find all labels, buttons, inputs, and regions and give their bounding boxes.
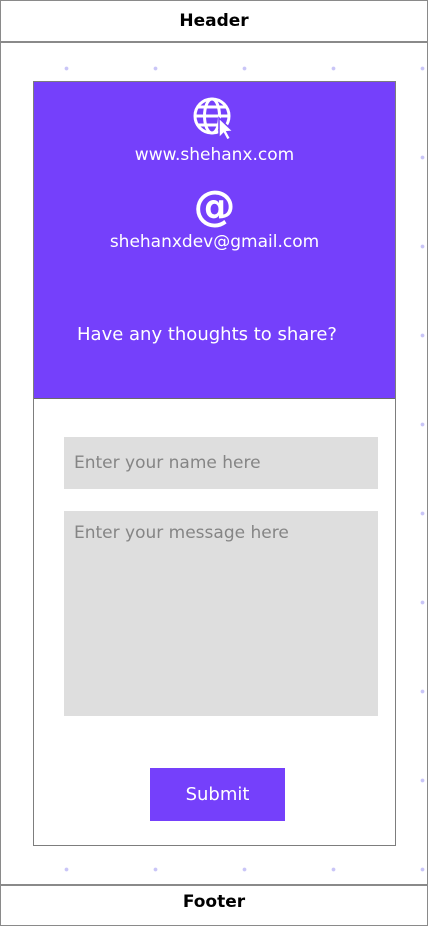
at-icon: @	[193, 181, 236, 230]
footer-title: Footer	[182, 892, 246, 912]
message-input[interactable]	[64, 511, 378, 716]
website-link[interactable]: www.shehanx.com	[34, 144, 395, 166]
email-link[interactable]: shehanxdev@gmail.com	[34, 231, 395, 253]
globe-cursor-icon	[193, 97, 235, 140]
header-title: Header	[179, 11, 249, 31]
contact-card: www.shehanx.com @ shehanxdev@gmail.com H…	[33, 81, 396, 846]
page-header: Header	[0, 0, 428, 43]
contact-info-panel: www.shehanx.com @ shehanxdev@gmail.com H…	[34, 82, 395, 399]
contact-prompt: Have any thoughts to share?	[77, 324, 337, 345]
name-input[interactable]	[64, 437, 378, 489]
page-footer: Footer	[0, 884, 428, 926]
submit-button[interactable]: Submit	[150, 768, 285, 821]
